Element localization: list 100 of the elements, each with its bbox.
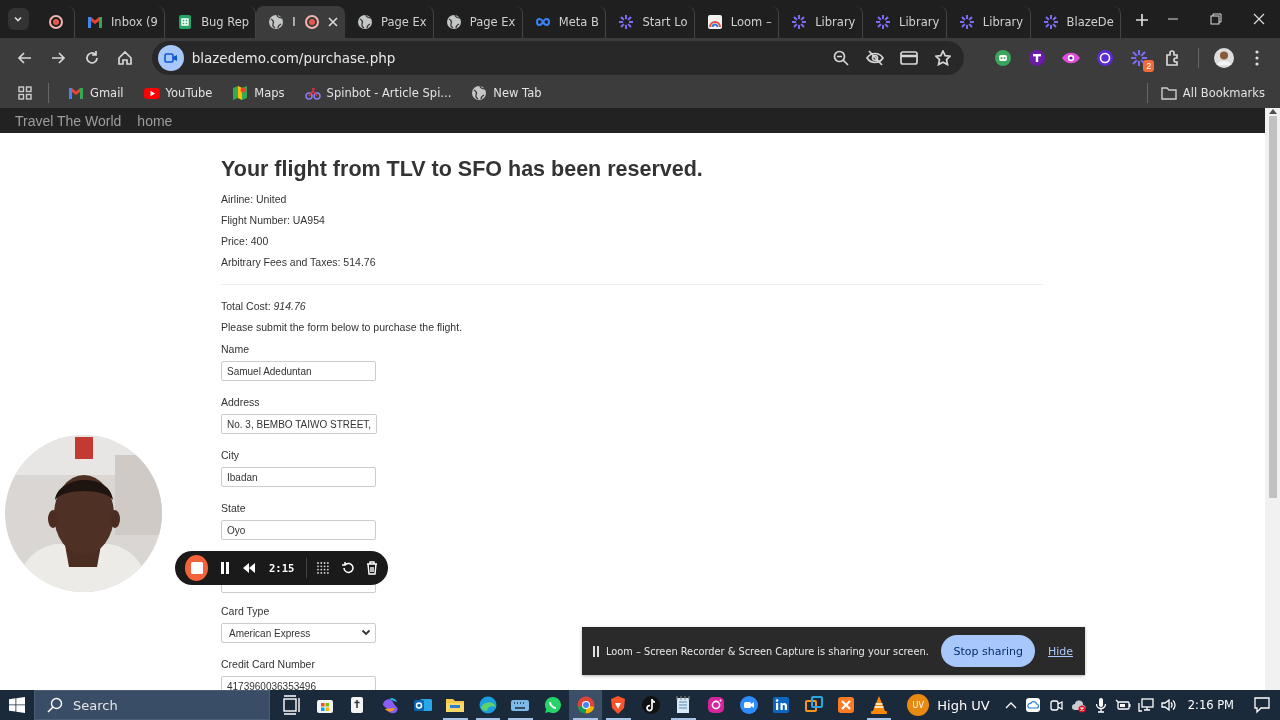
home-link[interactable]: home: [137, 112, 173, 129]
bookmark-folder[interactable]: All Bookmarks: [1153, 83, 1272, 103]
folder-icon: [1160, 86, 1177, 100]
dropdown[interactable]: American Express: [221, 623, 376, 643]
globe-icon: [268, 14, 285, 30]
extension-icon: [1028, 49, 1047, 67]
field-label: Credit Card Number: [221, 657, 315, 671]
squares-icon: [803, 695, 824, 715]
recording-time: 2:15: [269, 562, 295, 574]
notification-icon: [1253, 696, 1271, 714]
field-label: Address: [221, 395, 260, 409]
menu-icon: [1255, 50, 1260, 66]
speaker-icon: [1160, 697, 1177, 713]
clock[interactable]: 2:16 PM: [1179, 690, 1243, 720]
cloud-icon: [1025, 697, 1042, 713]
restart-icon: [340, 561, 355, 575]
task-view-icon: [282, 695, 303, 715]
chat-icon: [543, 695, 564, 715]
burst-icon: [618, 14, 635, 30]
card-icon[interactable]: [900, 51, 919, 65]
bookmark[interactable]: New Tab: [464, 82, 549, 104]
cone-icon: [869, 695, 889, 715]
input-field[interactable]: Oyo: [221, 520, 376, 540]
trash-icon: [365, 561, 378, 575]
notification-badge: 2: [1143, 60, 1155, 72]
site-title[interactable]: Travel The World: [15, 112, 122, 129]
eye-icon: [1061, 50, 1082, 66]
record-icon: [47, 14, 64, 30]
reload-icon: [83, 50, 100, 66]
forward-icon: [50, 50, 67, 66]
search-field[interactable]: Search: [34, 690, 270, 720]
back-icon: [16, 50, 33, 66]
burst-icon: [875, 14, 891, 30]
bookmark[interactable]: Spinbot - Article Spi...: [297, 82, 459, 104]
camera-icon: [1047, 697, 1064, 713]
input-field[interactable]: Ibadan: [221, 467, 376, 487]
share-message: Loom – Screen Recorder & Screen Capture is sharing your screen.: [606, 645, 930, 657]
address-bar[interactable]: blazedemo.com/purchase.php: [151, 41, 965, 75]
field-label: City: [221, 448, 240, 462]
field-label: State: [221, 501, 246, 515]
robot-icon: [994, 49, 1013, 67]
detail-text: Arbitrary Fees and Taxes: 514.76: [221, 255, 377, 270]
bike-icon: [304, 85, 321, 101]
stop-button[interactable]: [185, 555, 209, 581]
spreadsheet-icon: [177, 14, 194, 30]
browser-icon: [575, 695, 596, 715]
burst-icon: [1130, 49, 1149, 67]
stop-sharing-button[interactable]: Stop sharing: [941, 635, 1035, 667]
apps-icon: [18, 86, 32, 100]
hide-link[interactable]: Hide: [1047, 644, 1073, 658]
input-field[interactable]: No. 3, BEMBO TAIWO STREET,: [221, 414, 378, 434]
music-note-icon: [640, 695, 661, 715]
stop-icon: [190, 562, 203, 574]
eye-off-icon[interactable]: [866, 50, 885, 66]
avatar-icon: [1212, 47, 1235, 69]
extension-icon: [1096, 49, 1115, 67]
burst-icon: [958, 14, 975, 30]
rewind-icon: [241, 563, 256, 573]
scrollbar[interactable]: [1265, 108, 1280, 690]
close-icon: [1252, 13, 1265, 25]
field-label: Name: [221, 342, 249, 356]
burst-icon: [1042, 14, 1059, 30]
play-icon: [143, 85, 160, 101]
globe-icon: [357, 14, 373, 30]
star-icon[interactable]: [935, 50, 952, 66]
input-field[interactable]: Samuel Adeduntan: [221, 361, 376, 381]
pause-icon: [219, 562, 230, 574]
instruction-text: Please submit the form below to purchase the flight.: [221, 320, 464, 335]
new-tab-button[interactable]: [1133, 11, 1151, 29]
bookmark[interactable]: Maps: [225, 82, 292, 104]
tab-list-button[interactable]: [8, 8, 29, 30]
bookmark[interactable]: YouTube: [136, 82, 220, 104]
total-cost-text: Total Cost: 914.76: [221, 299, 307, 314]
app-icon: [771, 695, 792, 715]
zoom-out-icon[interactable]: [833, 50, 850, 66]
chevron-down-icon: [13, 14, 24, 24]
weather-badge: UV: [907, 694, 930, 716]
browser-tab[interactable]: I: [256, 6, 345, 38]
app-icon: [738, 695, 759, 715]
burst-icon: [791, 14, 808, 30]
close-icon[interactable]: [327, 17, 338, 27]
globe-icon: [445, 14, 462, 30]
battery-icon: [1115, 697, 1132, 713]
map-icon: [232, 85, 249, 101]
record-icon: [303, 14, 320, 30]
field-label: Card Type: [221, 604, 270, 618]
detail-text: Flight Number: UA954: [221, 213, 326, 228]
app-icon: [836, 695, 857, 715]
video-icon: [163, 52, 178, 64]
detail-text: Price: 400: [221, 234, 270, 249]
search-icon: [47, 697, 63, 713]
network-icon: [1137, 697, 1154, 713]
camera-icon: [706, 695, 726, 715]
browser-icon: [477, 695, 498, 715]
rainbow-icon: [706, 14, 723, 30]
mail-icon: [86, 14, 103, 30]
grid-icon: [316, 561, 331, 575]
weather-widget[interactable]: UV High UV: [901, 690, 996, 720]
bookmark[interactable]: Gmail: [61, 82, 131, 104]
chevron-down-icon: [361, 629, 371, 637]
